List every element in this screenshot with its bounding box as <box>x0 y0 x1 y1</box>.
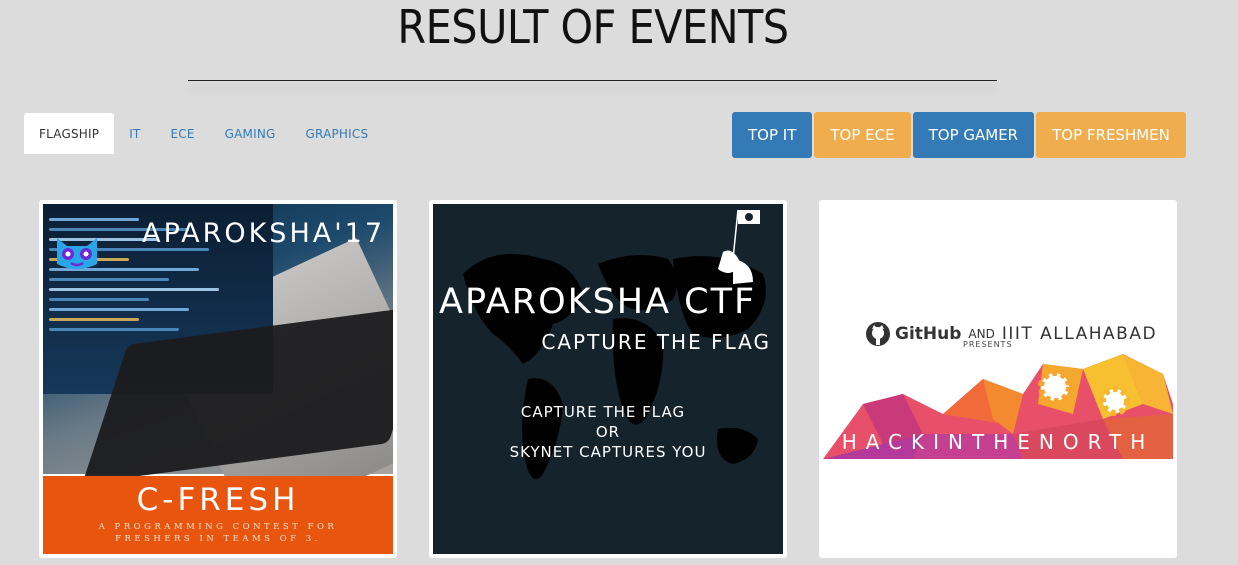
tab-gaming[interactable]: GAMING <box>210 113 291 154</box>
event-category-tabs: FLAGSHIP IT ECE GAMING GRAPHICS <box>24 113 383 154</box>
org-label: IIIT ALLAHABAD <box>1001 324 1158 344</box>
card-heading: APAROKSHA'17 <box>142 218 385 249</box>
mascot-logo-icon <box>57 238 97 269</box>
card-title: C-FRESH <box>136 482 300 518</box>
tab-it[interactable]: IT <box>114 113 155 154</box>
card-subtitle-line2: FRESHERS IN TEAMS OF 3. <box>115 534 321 544</box>
card-tagline: CAPTURE THE FLAG OR SKYNET CAPTURES YOU <box>433 402 783 462</box>
code-line <box>49 318 139 321</box>
code-line <box>49 218 139 221</box>
code-line <box>49 308 189 311</box>
tab-ece[interactable]: ECE <box>155 113 209 154</box>
event-card-hack-in-the-north[interactable]: GitHub AND IIIT ALLAHABAD PRESENTS HACKI… <box>819 200 1177 558</box>
code-line <box>49 298 149 301</box>
top-it-button[interactable]: TOP IT <box>732 112 813 158</box>
top-rankings-buttons: TOP IT TOP ECE TOP GAMER TOP FRESHMEN <box>732 112 1186 158</box>
code-line <box>49 278 169 281</box>
code-line <box>49 288 219 291</box>
code-line <box>49 328 179 331</box>
event-poster-hack-in-the-north: GitHub AND IIIT ALLAHABAD PRESENTS HACKI… <box>823 204 1173 554</box>
card-title: HACKINTHENORTH <box>841 430 1155 454</box>
tagline-line2: OR <box>595 423 621 441</box>
event-poster-ctf: APAROKSHA CTF CAPTURE THE FLAG CAPTURE T… <box>433 204 783 554</box>
card-title: APAROKSHA CTF <box>439 282 757 322</box>
event-poster-c-fresh: APAROKSHA'17 C-FRESH A PROGRAMMING CONTE… <box>43 204 393 554</box>
tagline-line3: SKYNET CAPTURES YOU <box>509 443 707 461</box>
top-ece-button[interactable]: TOP ECE <box>814 112 911 158</box>
tagline-line1: CAPTURE THE FLAG <box>520 403 686 421</box>
page-title: RESULT OF EVENTS <box>397 0 789 54</box>
event-card-c-fresh[interactable]: APAROKSHA'17 C-FRESH A PROGRAMMING CONTE… <box>39 200 397 558</box>
tab-graphics[interactable]: GRAPHICS <box>291 113 384 154</box>
title-divider <box>188 80 997 81</box>
and-label: AND <box>968 327 995 341</box>
event-card-ctf[interactable]: APAROKSHA CTF CAPTURE THE FLAG CAPTURE T… <box>429 200 787 558</box>
card-caption-band: C-FRESH A PROGRAMMING CONTEST FOR FRESHE… <box>43 476 393 554</box>
card-subtitle-line1: A PROGRAMMING CONTEST FOR <box>98 522 338 532</box>
github-label: GitHub <box>895 324 962 344</box>
world-map-icon <box>463 209 766 479</box>
card-subtitle: CAPTURE THE FLAG <box>541 330 771 354</box>
top-freshmen-button[interactable]: TOP FRESHMEN <box>1036 112 1186 158</box>
top-gamer-button[interactable]: TOP GAMER <box>912 112 1035 158</box>
tab-flagship[interactable]: FLAGSHIP <box>24 113 115 154</box>
